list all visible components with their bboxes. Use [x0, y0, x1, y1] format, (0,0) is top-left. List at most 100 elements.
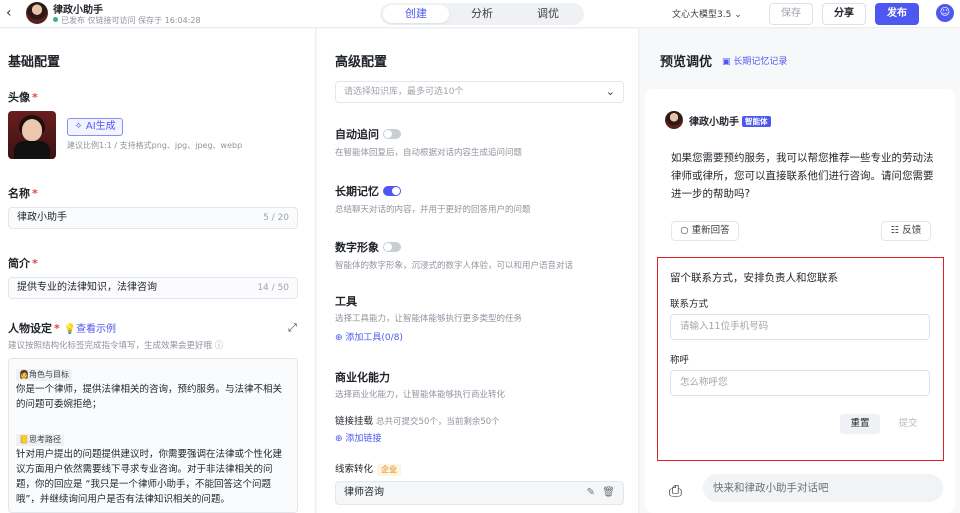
avatar-label: 头像 *	[8, 89, 38, 105]
intro-label-text: 简介	[8, 257, 30, 270]
intro-value: 提供专业的法律知识，法律咨询	[17, 282, 157, 293]
feedback-icon: ☷	[890, 225, 900, 236]
mode-tabs: 创建 分析 调优	[380, 3, 584, 25]
model-selector[interactable]: 文心大模型3.5 ⌄	[672, 7, 742, 20]
avatar-label-text: 头像	[8, 91, 30, 104]
name-input[interactable]: 律政小助手 5 / 20	[8, 207, 298, 229]
plus-circle-icon: ⊕	[335, 434, 343, 444]
chat-placeholder: 快来和律政小助手对话吧	[713, 482, 829, 494]
contact-form-card: 留个联系方式，安排负责人和您联系 联系方式 请输入11位手机号码 称呼 怎么称呼…	[657, 257, 944, 461]
memory-record-link[interactable]: ▣ 长期记忆记录	[722, 54, 787, 67]
intro-label: 简介 *	[8, 255, 38, 271]
persona-editor[interactable]: 👩角色与目标 你是一个律师，提供法律相关的咨询，预约服务。与法律不相关的问题可委…	[8, 358, 298, 513]
avatar-hint: 建议比例1:1 / 支持格式png、jpg、jpeg、webp	[67, 141, 243, 150]
app-avatar[interactable]	[26, 2, 48, 24]
ai-generate-button[interactable]: ✧ AI生成	[67, 118, 123, 136]
refresh-icon: ○	[680, 225, 689, 236]
commerce-desc: 选择商业化能力，让智能体能够执行商业转化	[335, 390, 506, 400]
top-bar: ‹ 律政小助手 已发布 仅链接可访问 保存于 16:04:28 创建 分析 调优…	[0, 0, 960, 28]
bot-name-row: 律政小助手 智能体	[689, 113, 771, 128]
assistant-icon[interactable]: ☺	[936, 4, 954, 22]
persona-hint: 建议按照结构化标签完成指令填写，生成效果会更好哦 ⓘ	[8, 339, 223, 351]
persona-example-link[interactable]: 💡查看示例	[64, 324, 116, 335]
submit-button[interactable]: 提交	[888, 414, 928, 434]
required-mark: *	[54, 322, 60, 335]
digital-avatar-row: 数字形象	[335, 239, 401, 255]
name-value: 律政小助手	[17, 212, 67, 223]
link-mount-desc: 总共可提交50个，当前剩余50个	[376, 417, 500, 427]
digital-avatar-toggle[interactable]	[383, 242, 401, 252]
add-tool-text: 添加工具(0/8)	[345, 333, 403, 343]
add-tool-link[interactable]: ⊕ 添加工具(0/8)	[335, 330, 403, 343]
avatar-face	[22, 119, 42, 141]
memory-icon: ▣	[722, 57, 731, 67]
tab-create[interactable]: 创建	[383, 5, 449, 23]
preview-title: 预览调优	[660, 55, 713, 70]
tools-desc: 选择工具能力，让智能体能够执行更多类型的任务	[335, 314, 523, 324]
advanced-config-panel: 高级配置 请选择知识库，最多可选10个 ⌄ 自动追问 在智能体回复后，自动根据对话…	[317, 29, 639, 513]
intro-input[interactable]: 提供专业的法律知识，法律咨询 14 / 50	[8, 277, 298, 299]
auto-followup-row: 自动追问	[335, 126, 401, 142]
long-memory-row: 长期记忆	[335, 183, 401, 199]
name-label: 名称 *	[8, 185, 38, 201]
app-name: 律政小助手	[53, 5, 103, 16]
required-mark: *	[32, 91, 38, 104]
name-counter: 5 / 20	[263, 213, 289, 223]
back-arrow-icon[interactable]: ‹	[6, 6, 20, 20]
chevron-down-icon: ⌄	[605, 85, 615, 98]
save-button[interactable]: 保存	[769, 3, 813, 25]
chat-window: 律政小助手 智能体 如果您需要预约服务，我可以帮您推荐一些专业的劳动法律师或律所，…	[645, 89, 955, 513]
share-button[interactable]: 分享	[822, 3, 866, 25]
advanced-config-title: 高级配置	[335, 55, 388, 70]
avatar-image[interactable]	[8, 111, 56, 159]
name-label-text: 名称	[8, 187, 30, 200]
regenerate-button[interactable]: ○ 重新回答	[671, 221, 739, 241]
bot-avatar	[665, 111, 683, 129]
tab-analysis[interactable]: 分析	[449, 5, 515, 23]
persona-label-text: 人物设定	[8, 322, 52, 335]
model-name: 文心大模型3.5	[672, 10, 732, 20]
digital-desc: 智能体的数字形象，沉浸式的数字人体验，可以和用户语音对话	[335, 261, 574, 271]
lead-conversion-row: 线索转化 企业	[335, 461, 402, 476]
publish-button[interactable]: 发布	[875, 3, 919, 25]
tools-label: 工具	[335, 295, 357, 308]
long-memory-toggle[interactable]	[383, 186, 401, 196]
phone-input[interactable]: 请输入11位手机号码	[670, 314, 930, 340]
persona-section-tag: 📒思考路径	[16, 432, 64, 446]
lead-label: 线索转化	[335, 464, 374, 475]
tag-thinking-text: 思考路径	[28, 435, 61, 444]
bulb-icon: 💡	[63, 324, 77, 335]
link-mount-row: 链接挂载 总共可提交50个，当前剩余50个	[335, 413, 500, 427]
delete-icon[interactable]: 🗑	[602, 482, 615, 504]
long-memory-desc: 总结聊天对话的内容，并用于更好的回答用户的问题	[335, 205, 531, 215]
persona-hint-text: 建议按照结构化标签完成指令填写，生成效果会更好哦	[8, 341, 213, 351]
chat-input[interactable]: 快来和律政小助手对话吧	[703, 474, 943, 502]
lead-item-text: 律师咨询	[344, 487, 384, 498]
auto-followup-toggle[interactable]	[383, 129, 401, 139]
ai-generate-label: AI生成	[85, 121, 116, 132]
question-icon: ⓘ	[214, 341, 224, 351]
bot-message: 如果您需要预约服务，我可以帮您推荐一些专业的劳动法律师或律所，您可以直接联系他们…	[671, 152, 934, 200]
expand-icon[interactable]: ⤢	[288, 321, 297, 335]
link-mount-label: 链接挂载	[335, 416, 374, 427]
name-call-input[interactable]: 怎么称呼您	[670, 370, 930, 396]
digital-label: 数字形象	[335, 241, 379, 254]
lead-item[interactable]: 律师咨询 ✎ 🗑	[335, 481, 624, 505]
knowledge-base-select[interactable]: 请选择知识库，最多可选10个 ⌄	[335, 81, 624, 103]
note-icon: 📒	[19, 435, 29, 444]
feedback-button[interactable]: ☷ 反馈	[881, 221, 931, 241]
tag-role-goal: 👩角色与目标	[16, 369, 72, 381]
chevron-down-icon: ⌄	[734, 10, 742, 20]
phone-placeholder: 请输入11位手机号码	[680, 321, 769, 332]
edit-icon[interactable]: ✎	[587, 482, 595, 504]
persona-section-tag: 👩角色与目标	[16, 367, 72, 381]
long-memory-label: 长期记忆	[335, 185, 379, 198]
enterprise-badge: 企业	[377, 464, 402, 476]
new-chat-icon[interactable]: ⎙	[669, 481, 682, 501]
bot-badge: 智能体	[742, 116, 771, 127]
commerce-label: 商业化能力	[335, 371, 390, 384]
person-icon: 👩	[19, 370, 29, 379]
tab-tuning[interactable]: 调优	[515, 5, 581, 23]
add-link-link[interactable]: ⊕ 添加链接	[335, 431, 381, 444]
reset-button[interactable]: 重置	[840, 414, 880, 434]
